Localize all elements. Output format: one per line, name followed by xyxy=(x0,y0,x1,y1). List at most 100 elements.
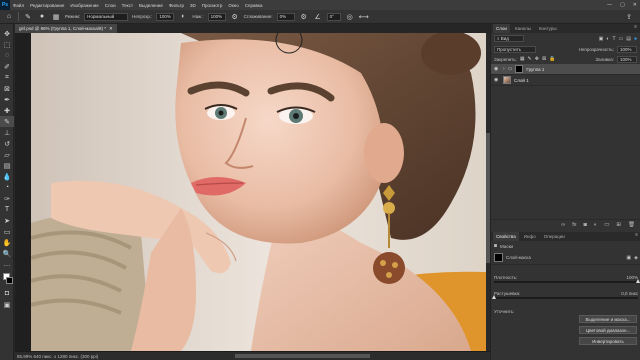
menu-item[interactable]: Окно xyxy=(225,3,241,8)
lock-artboard-icon[interactable]: ⊠ xyxy=(542,56,546,62)
blend-mode-select[interactable]: Пропустить xyxy=(494,45,536,53)
tab-paths[interactable]: Контуры xyxy=(536,24,560,33)
layer-opacity-field[interactable]: 100% xyxy=(617,45,637,53)
gradient-tool-icon[interactable]: ▤ xyxy=(0,160,14,171)
feather-slider[interactable] xyxy=(492,295,638,299)
menu-item[interactable]: Просмотр xyxy=(199,3,226,8)
crop-tool-icon[interactable]: ⌗ xyxy=(0,72,14,83)
path-selection-tool-icon[interactable]: ➤ xyxy=(0,215,14,226)
fill-field[interactable]: 100% xyxy=(617,55,637,63)
menu-item[interactable]: Изображение xyxy=(67,3,101,8)
panel-menu-icon[interactable]: ≡ xyxy=(635,232,638,238)
color-range-button[interactable]: Цветовой диапазон... xyxy=(579,326,637,334)
angle-icon[interactable]: ∠ xyxy=(313,12,323,22)
visibility-eye-icon[interactable]: ◉ xyxy=(494,77,500,83)
mode-select[interactable]: Нормальный xyxy=(84,12,129,21)
tab-channels[interactable]: Каналы xyxy=(512,24,534,33)
link-icon[interactable]: ∞ xyxy=(561,222,565,228)
pressure-field[interactable]: 100% xyxy=(207,12,226,21)
feather-value[interactable]: 0,0 пикс xyxy=(621,291,638,296)
pressure-opacity-icon[interactable]: ◐ xyxy=(178,12,188,22)
move-tool-icon[interactable]: ✥ xyxy=(0,28,14,39)
layer-row[interactable]: ◉ Слой 1 xyxy=(491,75,640,86)
symmetry-icon[interactable]: ⟷ xyxy=(359,12,369,22)
smoothing-field[interactable]: 0% xyxy=(276,12,295,21)
color-swatches[interactable] xyxy=(0,272,14,288)
layer-row-group[interactable]: ◉ › ▭ Группа 1 xyxy=(491,64,640,75)
trash-icon[interactable]: 🗑 xyxy=(628,222,635,228)
brush-settings-icon[interactable]: ▦ xyxy=(51,12,61,22)
density-slider-knob[interactable] xyxy=(636,279,640,283)
brush-tool-icon[interactable]: ✎ xyxy=(23,12,33,22)
filter-type-icon[interactable]: T xyxy=(612,36,615,42)
type-tool-icon[interactable]: T xyxy=(0,204,14,215)
airbrush-icon[interactable]: ⚙ xyxy=(230,12,240,22)
menu-item[interactable]: 3D xyxy=(187,3,199,8)
adjustment-icon[interactable]: ◐ xyxy=(594,222,597,228)
brush-tool-icon[interactable]: ✎ xyxy=(0,116,14,127)
lock-all-icon[interactable]: 🔒 xyxy=(549,56,555,62)
menu-item[interactable]: Слои xyxy=(102,3,119,8)
tab-properties[interactable]: Свойства xyxy=(493,232,519,241)
feather-slider-knob[interactable] xyxy=(492,295,496,299)
dodge-tool-icon[interactable]: ◔ xyxy=(0,182,14,193)
menu-item[interactable]: Выделение xyxy=(136,3,166,8)
menu-item[interactable]: Текст xyxy=(119,3,136,8)
document-tab[interactable]: girl.psd @ 86% (Группа 1, Слой-маска/8) … xyxy=(15,24,117,33)
tab-info[interactable]: Инфо xyxy=(521,232,539,241)
layer-name[interactable]: Группа 1 xyxy=(526,67,544,72)
layer-mask-thumbnail[interactable] xyxy=(515,65,524,73)
angle-field[interactable]: 0° xyxy=(326,12,341,21)
new-layer-icon[interactable]: ⊞ xyxy=(616,222,621,228)
visibility-eye-icon[interactable]: ◉ xyxy=(494,66,500,72)
pressure-size-icon[interactable]: ◎ xyxy=(345,12,355,22)
maximize-button[interactable]: ▢ xyxy=(620,2,625,8)
close-window-button[interactable]: ✕ xyxy=(633,2,637,8)
layer-kind-select[interactable]: ⌕ Вид xyxy=(494,35,524,42)
brush-size-icon[interactable]: ● xyxy=(37,12,47,22)
expand-arrow-icon[interactable]: › xyxy=(503,66,505,72)
home-icon[interactable]: ⌂ xyxy=(4,12,14,22)
filter-pixel-icon[interactable]: ▣ xyxy=(599,36,604,42)
invert-button[interactable]: Инвертировать xyxy=(579,337,637,345)
mask-icon[interactable]: ◙ xyxy=(584,222,587,228)
fx-icon[interactable]: fx xyxy=(572,222,576,228)
close-document-icon[interactable]: ✕ xyxy=(109,26,113,32)
select-and-mask-button[interactable]: Выделение и маска... xyxy=(579,315,637,323)
menu-item[interactable]: Справка xyxy=(242,3,266,8)
more-tools-icon[interactable]: … xyxy=(0,259,14,270)
menu-item[interactable]: Редактирование xyxy=(27,3,67,8)
menu-item[interactable]: Фильтр xyxy=(166,3,187,8)
canvas-area[interactable] xyxy=(15,33,490,351)
folder-icon[interactable]: ▭ xyxy=(604,222,609,228)
rectangle-tool-icon[interactable]: ▭ xyxy=(0,226,14,237)
vector-mask-icon[interactable]: ◈ xyxy=(634,255,638,261)
marquee-tool-icon[interactable]: ⬚ xyxy=(0,39,14,50)
history-brush-tool-icon[interactable]: ↺ xyxy=(0,138,14,149)
share-icon[interactable]: ⇪ xyxy=(624,12,634,22)
filter-shape-icon[interactable]: ▭ xyxy=(619,36,624,42)
filter-adjustment-icon[interactable]: ◐ xyxy=(606,36,609,42)
quick-mask-icon[interactable]: ◘ xyxy=(0,288,14,299)
screen-mode-icon[interactable]: ▣ xyxy=(0,299,14,310)
tab-layers[interactable]: Слои xyxy=(493,24,510,33)
opacity-field[interactable]: 100% xyxy=(156,12,175,21)
hand-tool-icon[interactable]: ✋ xyxy=(0,237,14,248)
lock-pixels-icon[interactable]: ✎ xyxy=(528,56,532,62)
zoom-tool-icon[interactable]: 🔍 xyxy=(0,248,14,259)
tab-actions[interactable]: Операции xyxy=(541,232,568,241)
frame-tool-icon[interactable]: ⊠ xyxy=(0,83,14,94)
smoothing-settings-icon[interactable]: ⚙ xyxy=(299,12,309,22)
lock-transparent-icon[interactable]: ▦ xyxy=(520,56,525,62)
portrait-photo[interactable] xyxy=(31,33,490,351)
filter-toggle-icon[interactable]: ● xyxy=(634,36,637,42)
lasso-tool-icon[interactable]: ◌ xyxy=(0,50,14,61)
filter-smart-icon[interactable]: ▤ xyxy=(626,36,631,42)
panel-menu-icon[interactable]: ≡ xyxy=(634,24,637,30)
quick-selection-tool-icon[interactable]: ✐ xyxy=(0,61,14,72)
menu-item[interactable]: Файл xyxy=(10,3,27,8)
minimize-button[interactable]: — xyxy=(607,2,612,8)
background-color-swatch[interactable] xyxy=(6,277,13,284)
blur-tool-icon[interactable]: 💧 xyxy=(0,171,14,182)
horizontal-scrollbar[interactable] xyxy=(235,354,370,358)
